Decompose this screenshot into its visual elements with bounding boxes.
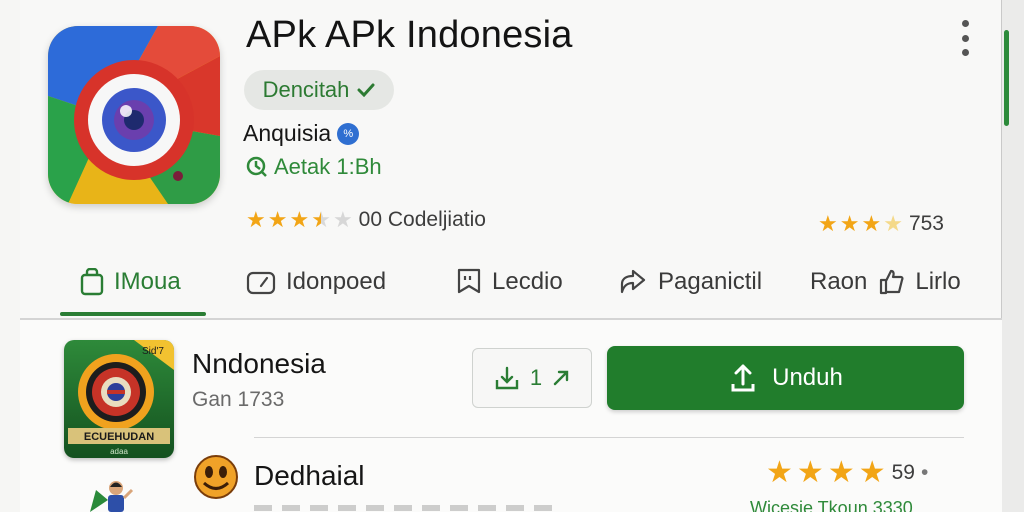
scrollbar[interactable] <box>1001 0 1024 512</box>
list-item-icon[interactable]: Sid'7 ECUEHUDAN adaa <box>64 340 174 458</box>
target-game-icon: Sid'7 ECUEHUDAN adaa <box>64 340 174 458</box>
bag-icon <box>80 268 104 296</box>
star-icon: ★ <box>883 211 903 236</box>
arrow-up-right-icon <box>553 370 569 386</box>
icon-tag-text: Sid'7 <box>142 346 164 357</box>
list-divider <box>254 437 964 438</box>
list-item-title[interactable]: Nndonesia <box>192 348 326 380</box>
star-icon: ★ <box>796 456 824 489</box>
scrollbar-thumb[interactable] <box>1004 30 1009 126</box>
tab-label: Paganictil <box>658 268 763 295</box>
developer-name: Anquisia <box>243 120 332 146</box>
tab-paganictil[interactable]: Paganictil <box>618 252 762 312</box>
tab-active-indicator <box>60 312 206 316</box>
app-store-page: APk APk Indonesia Dencitah Anquisia % Ae… <box>0 0 1024 512</box>
list-item-rating: ★ ★ ★ ★ 59 • <box>766 458 928 488</box>
star-icon: ★ <box>861 211 882 236</box>
tab-label: Idonpoed <box>286 268 387 295</box>
list-item-title[interactable]: Dedhaial <box>254 460 365 492</box>
rating-stars: ★ ★ ★ ★ ★ <box>246 209 353 231</box>
star-icon: ★ <box>818 211 838 236</box>
truncated-description <box>254 505 554 511</box>
thumb-icon <box>880 269 904 295</box>
install-count-button[interactable]: 1 <box>472 348 592 408</box>
dot-icon <box>961 20 969 27</box>
rating-summary: ★ ★ ★ ★ ★ 00 Codeljiatio <box>246 208 486 232</box>
download-tray-icon <box>495 366 519 390</box>
tab-bar: IMoua Idonpoed Lecdio Paganictil Raon Li… <box>60 252 990 318</box>
icon-small-text: adaa <box>110 447 128 456</box>
tab-raon[interactable]: Raon Lirlo <box>810 252 961 312</box>
star-icon: ★ <box>246 207 266 232</box>
star-empty-icon: ★ <box>332 207 353 232</box>
star-icon: ★ <box>766 456 793 489</box>
tab-idonpoed[interactable]: Idonpoed <box>246 252 386 312</box>
star-icon: ★ <box>858 456 886 489</box>
list-item-subtitle: Gan 1733 <box>192 388 285 411</box>
camera-lens-logo-icon <box>48 26 220 204</box>
download-button-label: Unduh <box>772 364 843 391</box>
install-count-label: 1 <box>529 365 543 390</box>
update-info: Aetak 1:Bh <box>246 154 382 180</box>
list-item-subtitle: Wicesie Tkoun 3330 <box>750 498 913 512</box>
list-item-stars: ★ ★ ★ ★ <box>766 458 886 488</box>
developer-link[interactable]: Anquisia % <box>243 120 360 147</box>
rating-right-stars: ★ ★ ★ ★ <box>818 213 903 235</box>
app-icon <box>48 26 220 204</box>
verified-chip[interactable]: Dencitah <box>244 70 394 110</box>
gauge-icon <box>246 271 276 295</box>
person-flag-icon <box>90 481 134 512</box>
download-button[interactable]: Unduh <box>607 346 964 410</box>
tab-label: Raon <box>810 268 868 295</box>
tab-lecdio[interactable]: Lecdio <box>456 252 563 312</box>
star-half-icon: ★ <box>311 207 331 232</box>
check-icon <box>357 83 375 97</box>
dot-icon <box>961 34 969 42</box>
share-icon <box>620 269 646 294</box>
rating-count: 00 Codeljiatio <box>358 208 486 231</box>
tab-label: IMoua <box>114 268 181 295</box>
upload-icon <box>731 364 755 392</box>
list-item-rating-value: 59 <box>891 461 915 484</box>
verified-chip-label: Dencitah <box>262 77 350 102</box>
rating-right: ★ ★ ★ ★ 753 <box>818 212 944 236</box>
bookmark-quote-icon <box>457 268 481 294</box>
dot-icon: • <box>920 461 929 484</box>
star-icon: ★ <box>827 456 855 489</box>
star-icon: ★ <box>289 207 310 232</box>
more-options-button[interactable] <box>955 18 975 58</box>
star-icon: ★ <box>839 211 860 236</box>
dot-icon <box>961 49 969 56</box>
tab-label: Lirlo <box>915 268 961 295</box>
tab-imoua[interactable]: IMoua <box>80 252 181 312</box>
icon-label-text: ECUEHUDAN <box>84 431 154 443</box>
rating-right-value: 753 <box>908 212 944 235</box>
star-icon: ★ <box>267 207 288 232</box>
app-title: APk APk Indonesia <box>246 14 573 56</box>
clock-icon <box>246 156 267 177</box>
update-text: Aetak 1:Bh <box>274 154 382 179</box>
tab-label: Lecdio <box>492 268 563 295</box>
smiley-icon <box>194 455 238 499</box>
developer-verified-badge: % <box>337 122 360 145</box>
